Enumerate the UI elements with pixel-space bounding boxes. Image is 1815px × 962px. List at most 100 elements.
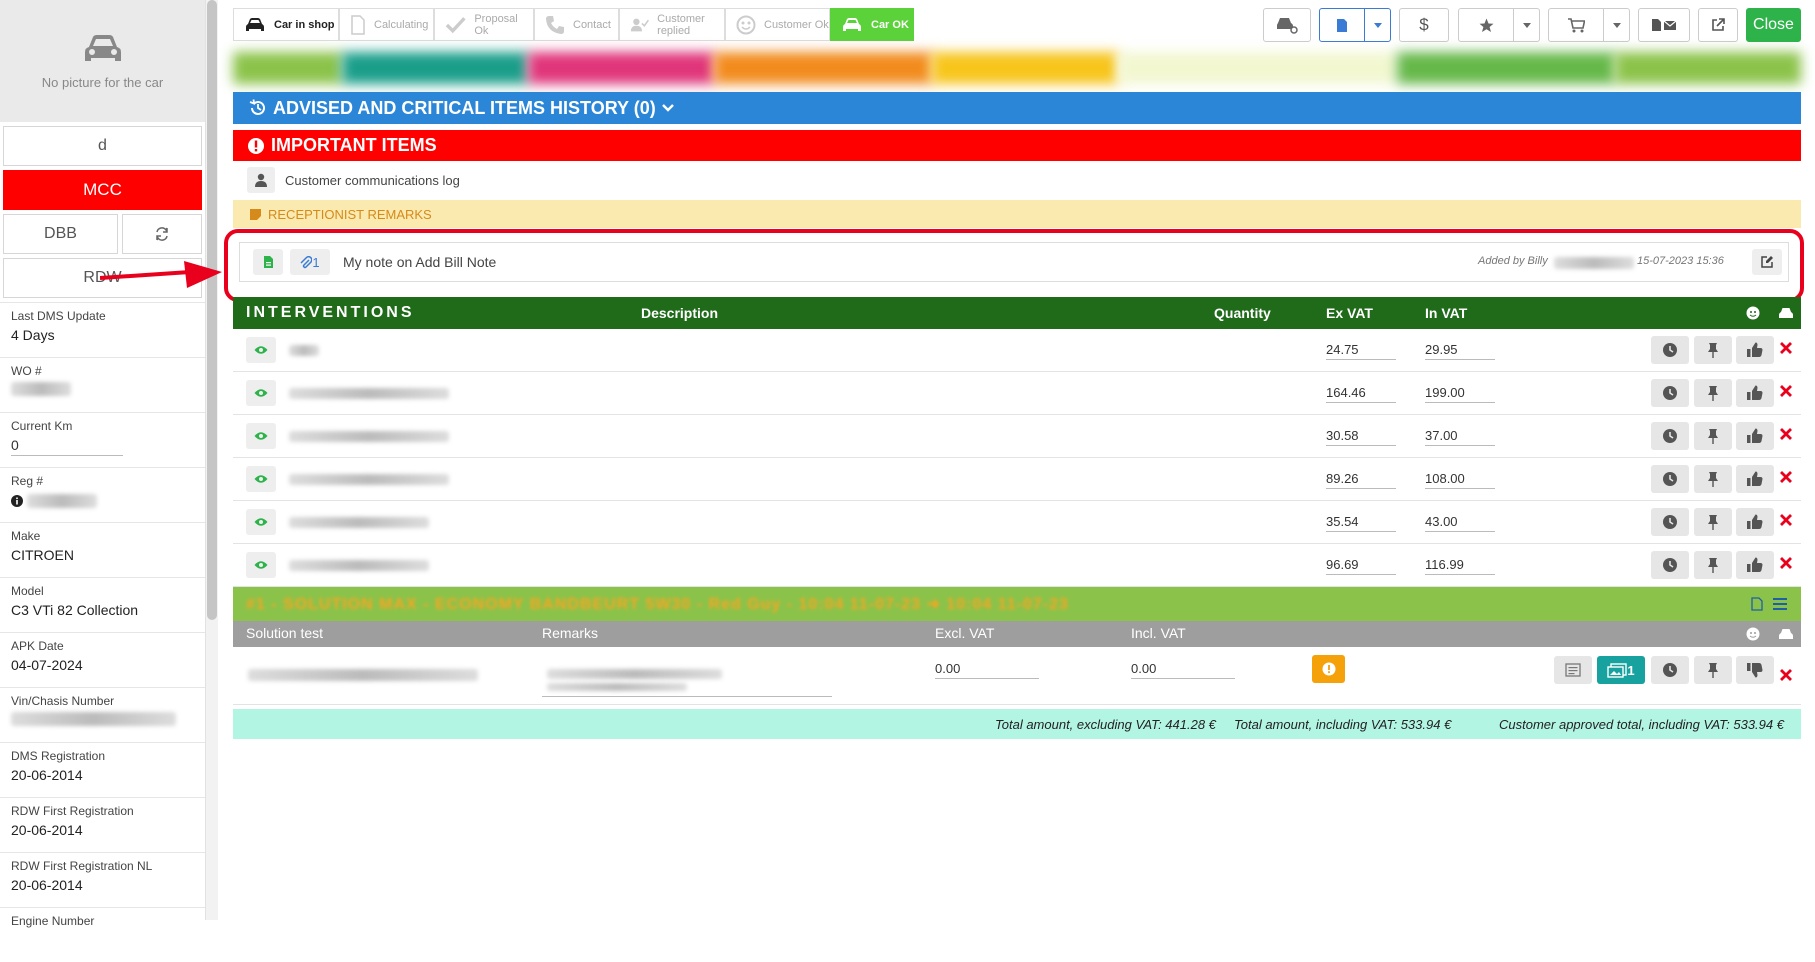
document-button[interactable]	[1320, 18, 1364, 33]
view-button[interactable]	[246, 423, 276, 449]
step-customer-replied[interactable]: Customer replied	[619, 8, 725, 41]
status-color-strip	[233, 52, 1801, 84]
d-button[interactable]: d	[3, 126, 202, 166]
advised-critical-history-toggle[interactable]: ADVISED AND CRITICAL ITEMS HISTORY (0)	[233, 92, 1801, 124]
menu-icon[interactable]	[1773, 598, 1787, 610]
schedule-button[interactable]	[1651, 508, 1689, 536]
info-icon[interactable]	[11, 495, 23, 508]
ex-vat-input[interactable]: 164.46	[1326, 385, 1396, 403]
thumbs-up-button[interactable]	[1736, 336, 1774, 364]
dbb-button[interactable]: DBB	[3, 214, 118, 254]
incl-vat-input[interactable]: 0.00	[1131, 661, 1235, 679]
pin-button[interactable]	[1694, 336, 1732, 364]
cart-button[interactable]	[1549, 17, 1603, 33]
in-vat-input[interactable]: 199.00	[1425, 385, 1495, 403]
ex-vat-input[interactable]: 96.69	[1326, 557, 1396, 575]
annotation-arrow-icon	[100, 261, 222, 288]
no-picture-text: No picture for the car	[41, 74, 164, 90]
field-label: WO #	[11, 364, 42, 378]
dropdown-caret[interactable]	[1603, 9, 1629, 41]
in-vat-input[interactable]: 29.95	[1425, 342, 1495, 360]
schedule-button[interactable]	[1651, 336, 1689, 364]
ex-vat-input[interactable]: 35.54	[1326, 514, 1396, 532]
delete-icon[interactable]	[1780, 385, 1792, 397]
clock-icon	[1663, 663, 1677, 677]
photos-button[interactable]: 1	[1597, 656, 1645, 684]
close-button[interactable]: Close	[1746, 8, 1801, 42]
schedule-button[interactable]	[1651, 422, 1689, 450]
favorites-dropdown[interactable]	[1458, 8, 1540, 42]
delete-icon[interactable]	[1780, 342, 1792, 354]
pin-button[interactable]	[1694, 551, 1732, 579]
thumbs-up-button[interactable]	[1736, 422, 1774, 450]
pin-button[interactable]	[1694, 379, 1732, 407]
schedule-button[interactable]	[1651, 551, 1689, 579]
field-label: Vin/Chasis Number	[11, 694, 115, 708]
thumbs-up-button[interactable]	[1736, 379, 1774, 407]
remarks-input[interactable]	[542, 661, 832, 697]
pin-button[interactable]	[1694, 465, 1732, 493]
ex-vat-input[interactable]: 89.26	[1326, 471, 1396, 489]
field-current-km[interactable]: Current Km 0	[0, 412, 205, 467]
thumbs-up-button[interactable]	[1736, 465, 1774, 493]
view-button[interactable]	[246, 509, 276, 535]
ex-vat-input[interactable]: 24.75	[1326, 342, 1396, 360]
in-vat-input[interactable]: 108.00	[1425, 471, 1495, 489]
schedule-button[interactable]	[1651, 465, 1689, 493]
thumbs-up-button[interactable]	[1736, 508, 1774, 536]
step-proposal-ok[interactable]: Proposal Ok	[434, 8, 534, 41]
pin-button[interactable]	[1694, 508, 1732, 536]
phone-icon	[546, 15, 564, 34]
delete-icon[interactable]	[1780, 428, 1792, 440]
external-link-button[interactable]	[1698, 8, 1738, 42]
in-vat-input[interactable]: 37.00	[1425, 428, 1495, 446]
thumbs-up-button[interactable]	[1736, 551, 1774, 579]
schedule-button[interactable]	[1651, 379, 1689, 407]
step-contact[interactable]: Contact	[534, 8, 619, 41]
view-button[interactable]	[246, 466, 276, 492]
field-value: C3 VTi 82 Collection	[11, 602, 139, 618]
mcc-button[interactable]: MCC	[3, 170, 202, 210]
star-button[interactable]	[1459, 18, 1513, 33]
in-vat-input[interactable]: 116.99	[1425, 557, 1495, 575]
step-calculating[interactable]: Calculating	[339, 8, 434, 41]
field-value-redacted	[11, 492, 194, 509]
step-car-ok[interactable]: Car OK	[830, 8, 914, 41]
user-icon-box[interactable]	[247, 167, 275, 193]
pin-button[interactable]	[1694, 656, 1732, 684]
sidebar-scrollbar-thumb[interactable]	[207, 0, 217, 620]
delete-icon[interactable]	[1780, 514, 1792, 526]
delete-icon[interactable]	[1780, 471, 1792, 483]
dropdown-caret[interactable]	[1364, 9, 1390, 41]
view-button[interactable]	[246, 380, 276, 406]
alert-icon	[248, 137, 264, 154]
file-mail-icon	[1652, 19, 1677, 31]
delete-icon[interactable]	[1780, 669, 1792, 681]
cart-dropdown[interactable]	[1548, 8, 1630, 42]
details-button[interactable]	[1554, 656, 1592, 684]
email-document-button[interactable]	[1638, 8, 1690, 42]
refresh-button[interactable]	[122, 214, 202, 254]
alert-icon	[1322, 662, 1335, 676]
excl-vat-input[interactable]: 0.00	[935, 661, 1039, 679]
document-dropdown[interactable]	[1319, 8, 1391, 42]
delete-icon[interactable]	[1780, 557, 1792, 569]
clock-icon	[1663, 558, 1677, 572]
current-km-input[interactable]: 0	[11, 433, 123, 456]
clock-icon	[1663, 343, 1677, 357]
car-key-button[interactable]	[1263, 8, 1311, 42]
schedule-button[interactable]	[1651, 656, 1689, 684]
ex-vat-input[interactable]: 30.58	[1326, 428, 1396, 446]
view-button[interactable]	[246, 552, 276, 578]
in-vat-input[interactable]: 43.00	[1425, 514, 1495, 532]
pdf-icon[interactable]	[1751, 597, 1763, 611]
dropdown-caret[interactable]	[1513, 9, 1539, 41]
warning-button[interactable]	[1312, 655, 1345, 683]
thumbs-down-button[interactable]	[1736, 656, 1774, 684]
price-button[interactable]: $	[1399, 8, 1449, 42]
step-customer-ok[interactable]: Customer Ok	[725, 8, 830, 41]
step-car-in-shop[interactable]: Car in shop	[233, 8, 339, 41]
pin-button[interactable]	[1694, 422, 1732, 450]
view-button[interactable]	[246, 337, 276, 363]
customer-communications-log[interactable]: Customer communications log	[247, 166, 460, 194]
